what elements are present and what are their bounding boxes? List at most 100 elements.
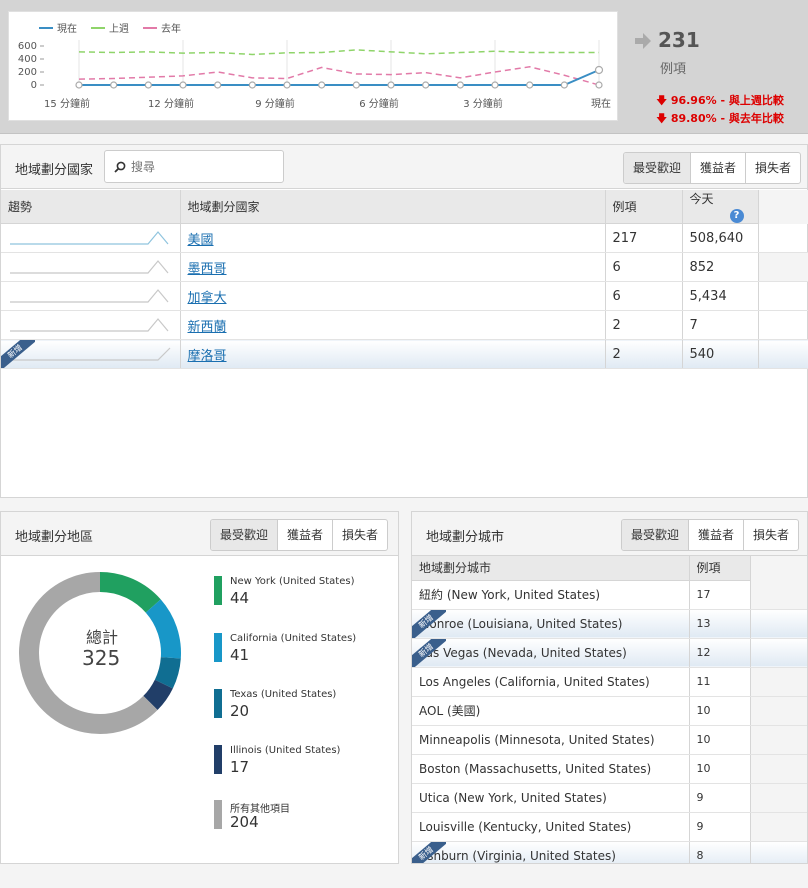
data-point[interactable]: [595, 81, 603, 89]
x-tick-label: 9 分鐘前: [255, 97, 295, 110]
country-link[interactable]: 新西蘭: [188, 320, 227, 335]
data-point[interactable]: [422, 81, 430, 89]
data-point[interactable]: [560, 81, 568, 89]
country-link[interactable]: 墨西哥: [188, 262, 227, 277]
tab-losers[interactable]: 損失者: [744, 153, 800, 183]
city-name: Utica (New York, United States): [419, 790, 607, 805]
col-trend[interactable]: 趨勢: [1, 190, 181, 224]
donut-slice[interactable]: [145, 599, 181, 659]
summary-box: 231 例項 🡇 96.96% - 與上週比較 🡇 89.80% - 與去年比較: [634, 28, 804, 128]
city-name: Minneapolis (Minnesota, United States): [419, 732, 655, 747]
row-filler: [750, 783, 807, 813]
city-name: Las Vegas (Nevada, United States): [419, 645, 627, 660]
legend-item-last-year[interactable]: 去年: [143, 20, 181, 35]
city-name: Los Angeles (California, United States): [419, 674, 650, 689]
data-point[interactable]: [110, 81, 118, 89]
col-count[interactable]: 例項: [689, 556, 751, 581]
col-count[interactable]: 例項: [605, 190, 683, 224]
data-point[interactable]: [144, 81, 152, 89]
table-row[interactable]: AOL (美國) 10: [412, 696, 807, 726]
today-cell: 508,640: [682, 223, 759, 253]
legend-label-now: 現在: [57, 24, 77, 35]
city-tabs: 最受歡迎 獲益者 損失者: [620, 519, 799, 551]
city-name: Louisville (Kentucky, United States): [419, 819, 632, 834]
country-link[interactable]: 美國: [188, 233, 214, 248]
trend-sparkline: 新增: [1, 339, 181, 369]
table-row[interactable]: 新增 Las Vegas (Nevada, United States) 12: [412, 638, 807, 668]
table-row[interactable]: Boston (Massachusetts, United States) 10: [412, 754, 807, 784]
city-panel: 地域劃分城市 最受歡迎 獲益者 損失者 地域劃分城市 例項 紐約 (New Yo…: [411, 511, 808, 864]
data-point[interactable]: [214, 81, 222, 89]
legend-label-last-year: 去年: [161, 24, 181, 35]
tab-losers[interactable]: 損失者: [742, 520, 798, 550]
count-cell: 8: [689, 841, 751, 863]
count-cell: 10: [689, 725, 751, 755]
table-row[interactable]: Utica (New York, United States) 9: [412, 783, 807, 813]
count-cell: 217: [605, 223, 683, 253]
col-city[interactable]: 地域劃分城市: [412, 556, 690, 581]
arrow-down-icon: 🡇: [656, 94, 668, 107]
tab-gainers[interactable]: 獲益者: [276, 520, 332, 550]
row-filler: [750, 667, 807, 697]
city-name: AOL (美國): [419, 704, 481, 718]
count-cell: 13: [689, 609, 751, 639]
search-input[interactable]: [131, 151, 281, 182]
country-search[interactable]: [104, 150, 284, 183]
y-tick-label: 200: [18, 67, 37, 78]
data-point[interactable]: [248, 81, 256, 89]
table-row[interactable]: 新增 Ashburn (Virginia, United States) 8: [412, 841, 807, 863]
data-point[interactable]: [526, 81, 534, 89]
table-row[interactable]: 美國 217 508,640: [1, 223, 808, 253]
donut-slice[interactable]: [143, 679, 173, 710]
table-row[interactable]: Louisville (Kentucky, United States) 9: [412, 812, 807, 842]
tab-popular[interactable]: 最受歡迎: [621, 520, 688, 550]
table-row[interactable]: 墨西哥 6 852: [1, 252, 808, 282]
data-point[interactable]: [318, 81, 326, 89]
table-row[interactable]: 加拿大 6 5,434: [1, 281, 808, 311]
data-point[interactable]: [179, 81, 187, 89]
city-name: Boston (Massachusetts, United States): [419, 761, 652, 776]
table-row[interactable]: Minneapolis (Minnesota, United States) 10: [412, 725, 807, 755]
y-tick-label: 0: [31, 80, 37, 91]
row-filler: [758, 339, 808, 369]
data-point[interactable]: [594, 65, 604, 75]
country-link[interactable]: 摩洛哥: [188, 349, 227, 364]
week-compare-text: 96.96% - 與上週比較: [670, 94, 784, 107]
tab-gainers[interactable]: 獲益者: [687, 520, 743, 550]
row-filler: [750, 754, 807, 784]
country-cell: 加拿大: [180, 281, 606, 311]
tab-losers[interactable]: 損失者: [331, 520, 387, 550]
col-country[interactable]: 地域劃分國家: [180, 190, 606, 224]
donut-slice[interactable]: [99, 572, 161, 613]
data-point[interactable]: [352, 81, 360, 89]
arrow-right-icon: [635, 33, 651, 49]
legend-item-now[interactable]: 現在: [39, 20, 77, 35]
country-link[interactable]: 加拿大: [188, 291, 227, 306]
tab-popular[interactable]: 最受歡迎: [623, 153, 690, 183]
table-row[interactable]: 紐約 (New York, United States) 17: [412, 580, 807, 610]
donut-slice[interactable]: [154, 656, 181, 689]
data-point[interactable]: [456, 81, 464, 89]
city-cell: AOL (美國): [412, 696, 690, 726]
row-filler: [750, 841, 807, 863]
data-point[interactable]: [283, 81, 291, 89]
data-point[interactable]: [75, 81, 83, 89]
row-filler: [750, 638, 807, 668]
table-row[interactable]: Los Angeles (California, United States) 1…: [412, 667, 807, 697]
series-line-0: [79, 69, 600, 86]
table-row[interactable]: 新西蘭 2 7: [1, 310, 808, 340]
country-cell: 美國: [180, 223, 606, 253]
table-row[interactable]: 新增 Monroe (Louisiana, United States) 13: [412, 609, 807, 639]
region-color-bar: [214, 576, 222, 605]
data-point[interactable]: [491, 81, 499, 89]
tab-popular[interactable]: 最受歡迎: [210, 520, 277, 550]
country-cell: 墨西哥: [180, 252, 606, 282]
help-icon[interactable]: ?: [729, 209, 744, 223]
data-point[interactable]: [387, 81, 395, 89]
legend-item-last-week[interactable]: 上週: [91, 20, 129, 35]
chart-legend: 現在 上週 去年: [39, 20, 181, 35]
col-today[interactable]: 今天?: [682, 190, 759, 224]
table-row[interactable]: 新增 摩洛哥 2 540: [1, 339, 808, 369]
tab-gainers[interactable]: 獲益者: [689, 153, 745, 183]
row-filler: [750, 812, 807, 842]
